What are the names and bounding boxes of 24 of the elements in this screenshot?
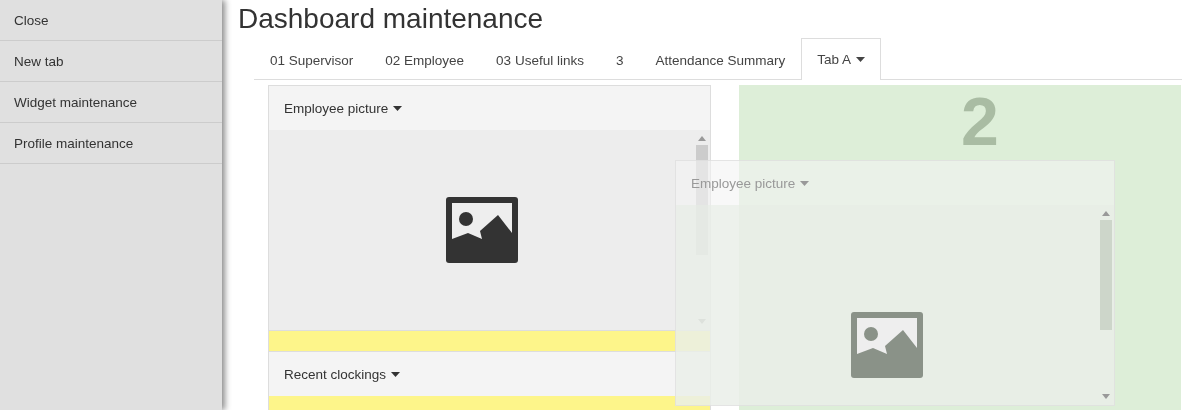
image-icon	[445, 197, 518, 263]
tab[interactable]: 3	[599, 39, 640, 80]
caret-icon	[856, 57, 865, 62]
sidebar-item[interactable]: Profile maintenance	[0, 123, 222, 164]
tab[interactable]: 02 Employee	[369, 39, 481, 80]
caret-icon	[393, 105, 403, 111]
tab[interactable]: 03 Useful links	[480, 39, 600, 80]
sidebar-item[interactable]: New tab	[0, 41, 222, 82]
caret-icon	[391, 371, 401, 377]
widget-title: Employee picture	[284, 100, 389, 116]
tab[interactable]: 01 Supervisor	[254, 39, 370, 80]
image-icon	[851, 312, 923, 378]
scroll-up-icon[interactable]	[698, 136, 706, 141]
tab[interactable]: Attendance Summary	[639, 39, 802, 80]
scroll-up-icon[interactable]	[1102, 211, 1110, 216]
scroll-down-icon[interactable]	[1102, 394, 1110, 399]
page-title: Dashboard maintenance	[238, 2, 545, 36]
widget-title: Recent clockings	[284, 366, 387, 382]
tab[interactable]: Tab A	[801, 38, 881, 80]
widget-header[interactable]: Employee picture	[269, 86, 710, 130]
sidebar-item[interactable]: Close	[0, 0, 222, 41]
widget-title: Employee picture	[691, 175, 796, 191]
sidebar-item[interactable]: Widget maintenance	[0, 82, 222, 123]
caret-icon	[800, 180, 810, 186]
